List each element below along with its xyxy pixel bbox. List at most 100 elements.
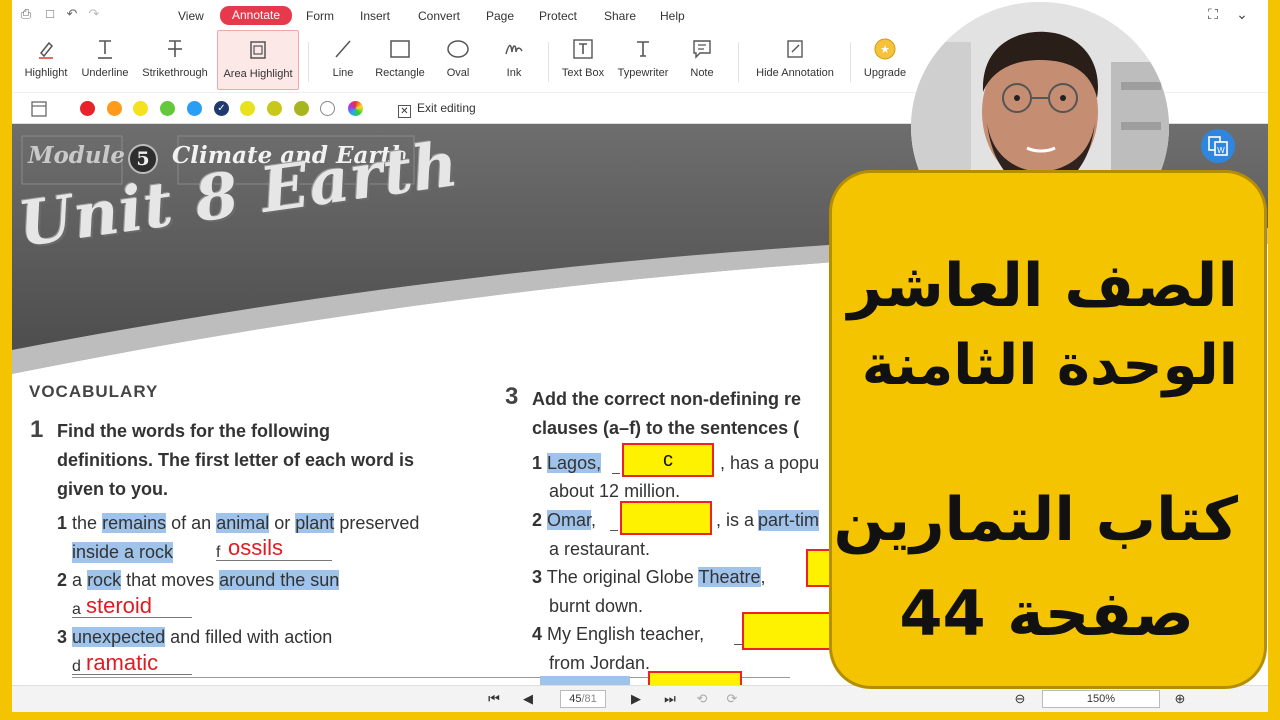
blank-line — [734, 644, 742, 645]
sentence-text: burnt down. — [549, 596, 644, 616]
grade-title: الصف العاشر — [847, 251, 1238, 321]
menu-convert[interactable]: Convert — [418, 8, 460, 24]
area-highlight-icon — [250, 41, 266, 59]
rotate-left-icon[interactable]: ⟲ — [694, 691, 710, 707]
answer-line — [216, 560, 332, 561]
ai-convert-icon[interactable]: W — [1200, 128, 1236, 164]
status-bar: ⏮ ◀ 45/81 ▶ ⏭ ⟲ ⟳ ⊖ 150% ⊕ — [12, 685, 1268, 712]
redo-icon[interactable]: ↷ — [86, 6, 102, 22]
upgrade-button[interactable]: ★ Upgrade — [860, 30, 910, 90]
exercise-instruction: clauses (a–f) to the sentences ( — [532, 418, 800, 438]
page-number-input[interactable]: 45/81 — [560, 690, 606, 708]
answer-line — [72, 674, 192, 675]
zoom-in-icon[interactable]: ⊕ — [1172, 691, 1188, 707]
menu-insert[interactable]: Insert — [360, 8, 390, 24]
answer-box[interactable] — [648, 671, 742, 685]
exercise-instruction: Add the correct non-defining re — [532, 389, 802, 409]
list-item: 1 the remains of an animal or plant pres… — [57, 513, 420, 533]
answer-line — [72, 617, 192, 618]
exit-editing-button[interactable]: ✕ Exit editing — [398, 101, 476, 118]
sentence-text: a restaurant. — [549, 539, 651, 559]
last-page-icon[interactable]: ⏭ — [662, 691, 678, 707]
list-item: 3 The original Globe Theatre, — [532, 567, 766, 587]
hide-annotation-tool[interactable]: Hide Annotation — [750, 30, 840, 90]
color-swatch-lemon[interactable] — [240, 101, 255, 116]
chevron-down-icon[interactable]: ⌄ — [1234, 6, 1250, 23]
exercise-number: 3 — [505, 383, 519, 410]
exercise-instruction: Find the words for the following — [57, 421, 330, 441]
highlight-tool[interactable]: Highlight — [18, 30, 74, 90]
text-box-tool[interactable]: Text Box — [560, 30, 606, 90]
answer-box[interactable] — [742, 612, 834, 650]
underline-tool[interactable]: Underline — [76, 30, 134, 90]
toolbar-separator — [548, 42, 549, 82]
oval-tool[interactable]: Oval — [438, 30, 478, 90]
line-icon — [335, 40, 351, 58]
video-frame: ⎙ □ ↶ ↷ View Annotate Form Insert Conver… — [0, 0, 1280, 720]
menu-form[interactable]: Form — [306, 8, 334, 24]
answer-box[interactable] — [620, 501, 712, 535]
highlighter-icon — [39, 41, 54, 59]
fullscreen-icon[interactable]: ⛶ — [1205, 6, 1221, 23]
menu-annotate[interactable]: Annotate — [220, 6, 293, 25]
undo-icon[interactable]: ↶ — [64, 6, 80, 22]
color-swatch-orange[interactable] — [107, 101, 122, 116]
color-swatch-lime[interactable] — [294, 101, 309, 116]
exercise-instruction: given to you. — [57, 479, 169, 499]
svg-text:W: W — [1217, 146, 1225, 155]
ink-icon — [505, 44, 523, 55]
rotate-right-icon[interactable]: ⟳ — [724, 691, 740, 707]
rectangle-icon — [390, 40, 410, 58]
sentence-text: about 12 million. — [549, 481, 681, 501]
strikethrough-tool[interactable]: Strikethrough — [138, 30, 212, 90]
note-icon — [693, 40, 711, 59]
menu-protect[interactable]: Protect — [539, 8, 577, 24]
color-swatch-white[interactable] — [320, 101, 335, 116]
ink-tool[interactable]: Ink — [498, 30, 530, 90]
next-page-icon[interactable]: ▶ — [628, 691, 644, 707]
strikethrough-icon — [168, 40, 182, 57]
section-heading: VOCABULARY — [29, 382, 159, 401]
unit-subtitle: الوحدة الثامنة — [861, 333, 1238, 398]
color-swatch-blue[interactable] — [187, 101, 202, 116]
line-tool[interactable]: Line — [322, 30, 364, 90]
save-icon[interactable]: □ — [42, 6, 58, 22]
color-swatch-olive[interactable] — [267, 101, 282, 116]
answer-text: ramatic — [86, 650, 159, 675]
note-tool[interactable]: Note — [682, 30, 722, 90]
sentence-text: , has a popu — [720, 453, 820, 473]
answer-box[interactable]: c — [622, 443, 714, 477]
color-swatch-yellow[interactable] — [133, 101, 148, 116]
underline-icon — [98, 40, 112, 59]
properties-icon[interactable] — [30, 100, 48, 118]
first-page-icon[interactable]: ⏮ — [486, 691, 502, 707]
menu-page[interactable]: Page — [486, 8, 514, 24]
rectangle-tool[interactable]: Rectangle — [372, 30, 428, 90]
blank-line — [610, 530, 618, 531]
menu-share[interactable]: Share — [604, 8, 636, 24]
exercise-instruction: definitions. The first letter of each wo… — [57, 450, 415, 470]
highlighted-text: inside a rock — [72, 542, 174, 563]
color-swatch-green[interactable] — [160, 101, 175, 116]
list-item: 4 My English teacher, — [532, 624, 705, 644]
print-icon[interactable]: ⎙ — [18, 6, 34, 22]
color-swatch-red[interactable] — [80, 101, 95, 116]
hide-annotation-icon — [787, 40, 803, 58]
typewriter-tool[interactable]: Typewriter — [614, 30, 672, 90]
upgrade-icon: ★ — [874, 38, 896, 60]
text-box-icon — [573, 39, 593, 59]
zoom-level-field[interactable]: 150% — [1042, 690, 1160, 708]
sentence-text: , is a — [716, 510, 755, 530]
menu-help[interactable]: Help — [660, 8, 685, 24]
list-item: 2 a rock that moves around the sun — [57, 570, 340, 590]
toolbar-separator — [308, 42, 309, 82]
answer-text: ossils — [228, 535, 284, 560]
close-icon: ✕ — [398, 105, 411, 118]
previous-page-icon[interactable]: ◀ — [520, 691, 536, 707]
svg-text:★: ★ — [880, 43, 890, 56]
menu-view[interactable]: View — [178, 8, 204, 24]
area-highlight-tool[interactable]: Area Highlight — [217, 30, 299, 90]
zoom-out-icon[interactable]: ⊖ — [1012, 691, 1028, 707]
color-picker-icon[interactable] — [348, 101, 363, 116]
color-swatch-navy-selected[interactable]: ✓ — [214, 101, 229, 116]
